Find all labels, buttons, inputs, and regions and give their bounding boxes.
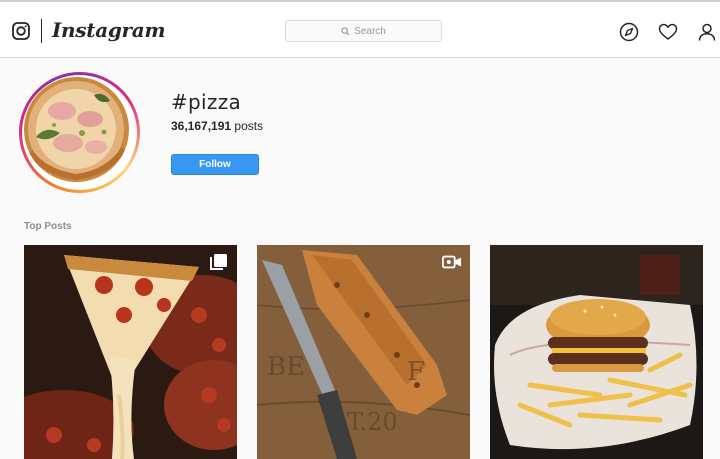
search-icon [341,26,350,36]
search-placeholder: Search [354,25,386,37]
compass-icon[interactable] [619,22,639,42]
pizza-slice-image [24,245,237,459]
instagram-camera-icon[interactable] [12,22,30,40]
hashtag-avatar [19,72,140,193]
pizza-crust-knife-image: BE F T.20 [257,245,470,459]
instagram-wordmark[interactable]: Instagram [52,18,166,42]
video-icon [442,255,462,269]
top-nav-bar: Instagram Search [0,2,720,58]
post-count-word: posts [234,119,264,133]
follow-button[interactable]: Follow [171,154,259,175]
hashtag-title: #pizza [171,90,242,114]
svg-text:F: F [407,357,425,387]
svg-text:BE: BE [267,352,305,382]
carousel-icon [210,254,227,270]
pizza-avatar-image [24,77,129,182]
search-input[interactable]: Search [285,20,442,42]
top-post-3[interactable] [490,245,703,459]
top-post-2[interactable]: BE F T.20 [257,245,470,459]
profile-icon[interactable] [697,22,717,42]
post-count: 36,167,191 posts [171,119,263,133]
top-posts-label: Top Posts [24,221,72,232]
burger-fries-image [490,245,703,459]
top-post-1[interactable] [24,245,237,459]
post-count-number: 36,167,191 [171,119,232,133]
heart-icon[interactable] [658,22,678,42]
logo-divider [41,19,42,43]
svg-text:T.20: T.20 [347,408,398,436]
